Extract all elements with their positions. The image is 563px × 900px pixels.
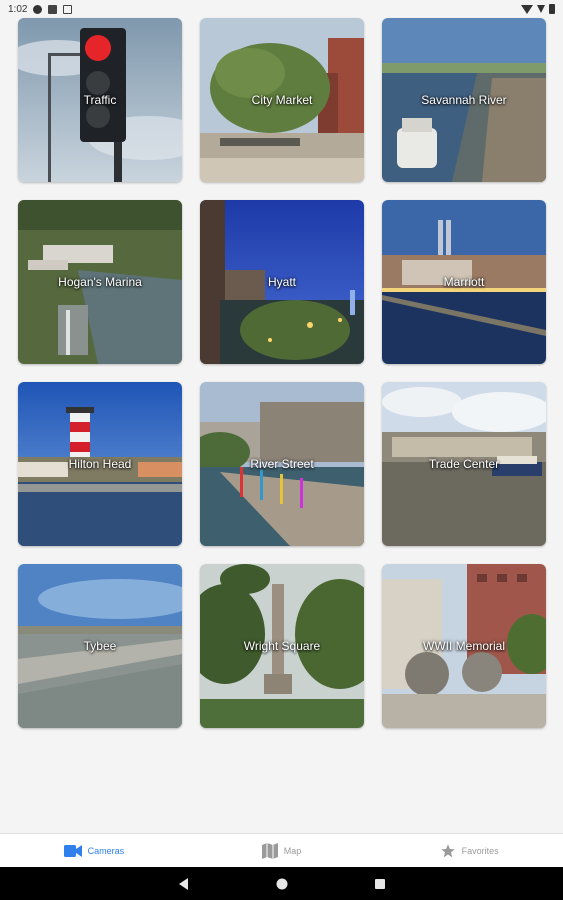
tile-label: City Market <box>251 93 313 107</box>
camera-tile-traffic[interactable]: Traffic <box>18 18 182 182</box>
camera-tile-wwii-memorial[interactable]: WWII Memorial <box>382 564 546 728</box>
nav-map[interactable]: Map <box>188 834 376 867</box>
system-nav-bar <box>0 867 563 900</box>
bottom-nav: Cameras Map Favorites <box>0 833 563 867</box>
camera-tile-hyatt[interactable]: Hyatt <box>200 200 364 364</box>
storage-icon <box>63 4 73 14</box>
tile-label: River Street <box>250 457 314 471</box>
camera-tile-river-street[interactable]: River Street <box>200 382 364 546</box>
nav-cameras-label: Cameras <box>87 845 125 856</box>
status-right <box>521 4 555 14</box>
video-camera-icon <box>63 844 82 857</box>
home-icon <box>276 878 287 889</box>
back-icon <box>178 877 188 890</box>
back-button[interactable] <box>174 874 194 894</box>
wifi-icon <box>521 4 533 14</box>
status-left: 1:02 <box>8 3 73 15</box>
tile-label: Savannah River <box>421 93 507 107</box>
camera-tile-city-market[interactable]: City Market <box>200 18 364 182</box>
battery-icon <box>549 4 555 14</box>
map-icon <box>261 842 278 859</box>
tile-label: Hilton Head <box>68 457 132 471</box>
home-button[interactable] <box>272 874 292 894</box>
camera-tile-tybee[interactable]: Tybee <box>18 564 182 728</box>
sim-card-icon <box>48 4 58 14</box>
tile-label: Trade Center <box>428 457 500 471</box>
camera-tile-trade-center[interactable]: Trade Center <box>382 382 546 546</box>
status-time: 1:02 <box>8 3 28 15</box>
camera-grid: Traffic City Market Savannah River Hogan… <box>18 18 546 728</box>
star-icon <box>441 843 455 857</box>
tile-label: Marriott <box>443 275 485 289</box>
tile-label: Hogan's Marina <box>58 275 142 289</box>
tile-label: Wright Square <box>243 639 321 653</box>
nav-favorites[interactable]: Favorites <box>375 834 563 867</box>
camera-tile-hogans-marina[interactable]: Hogan's Marina <box>18 200 182 364</box>
app-notification-icon <box>33 4 43 14</box>
camera-tile-hilton-head[interactable]: Hilton Head <box>18 382 182 546</box>
tile-label: Hyatt <box>267 275 296 289</box>
recents-button[interactable] <box>370 874 390 894</box>
camera-tile-savannah-river[interactable]: Savannah River <box>382 18 546 182</box>
tile-label: Traffic <box>83 93 117 107</box>
camera-tile-wright-square[interactable]: Wright Square <box>200 564 364 728</box>
nav-map-label: Map <box>283 845 302 856</box>
nav-cameras[interactable]: Cameras <box>0 834 188 867</box>
signal-icon <box>537 5 545 13</box>
camera-tile-marriott[interactable]: Marriott <box>382 200 546 364</box>
recents-icon <box>374 878 385 889</box>
status-bar: 1:02 <box>0 0 563 18</box>
nav-favorites-label: Favorites <box>461 845 499 856</box>
tile-label: Tybee <box>83 639 117 653</box>
tile-label: WWII Memorial <box>423 639 505 653</box>
